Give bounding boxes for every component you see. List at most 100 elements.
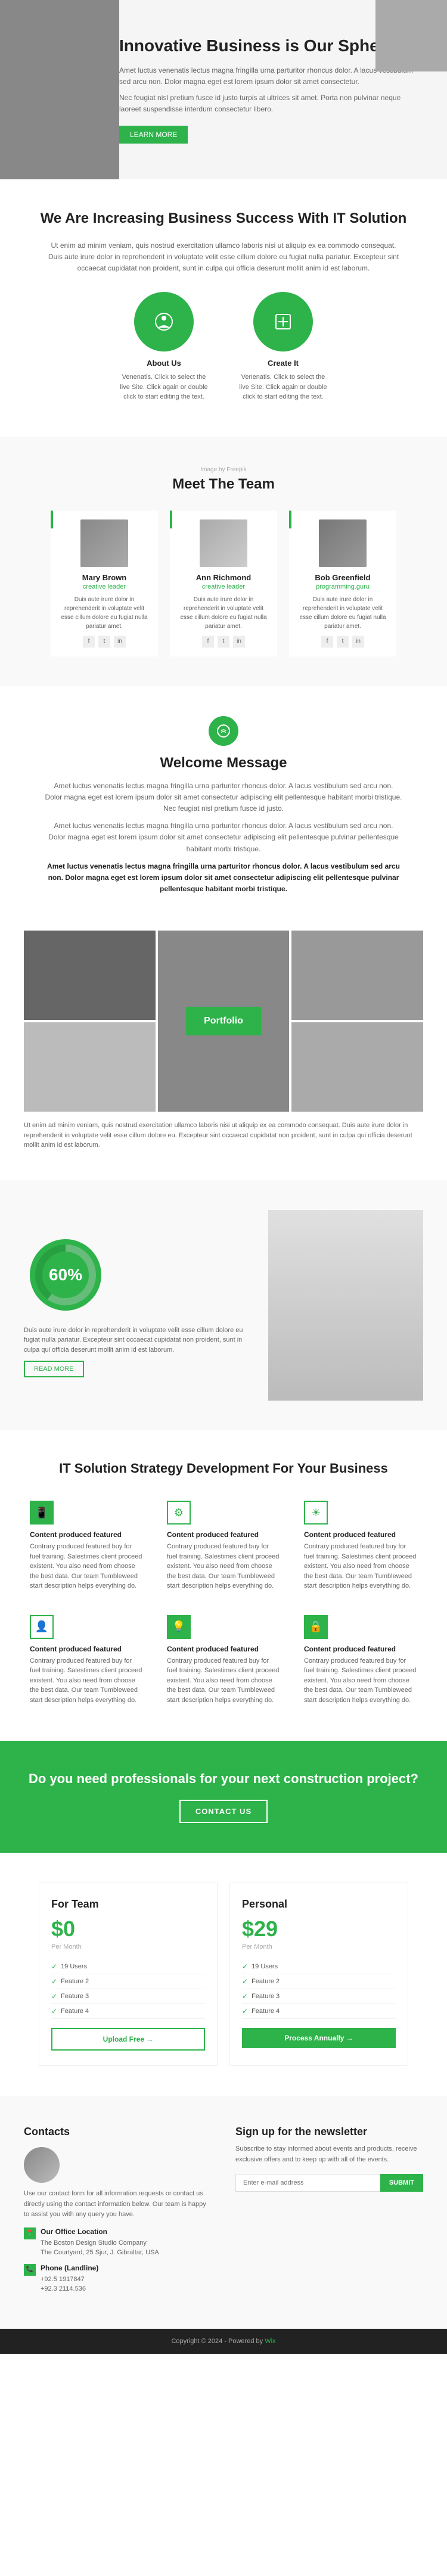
social-facebook-0[interactable]: f [83, 636, 95, 648]
team-cards: Mary Brown creative leader Duis aute iru… [24, 511, 423, 657]
contact-location-label: Our Office Location [41, 2226, 159, 2237]
strategy-title: IT Solution Strategy Development For You… [24, 1460, 423, 1477]
contact-phone-row: 📞 Phone (Landline) +92.5 1917847 +92.3 2… [24, 2263, 212, 2294]
pricing-btn-1[interactable]: Process Annually → [242, 2028, 396, 2048]
team-section: Image by Freepik Meet The Team Mary Brow… [0, 437, 447, 686]
pricing-feature-0-1: ✓ Feature 2 [51, 1974, 205, 1989]
footer-link[interactable]: Wix [265, 2338, 275, 2345]
strategy-item-0: 📱 Content produced featured Contrary pro… [24, 1495, 149, 1597]
newsletter-submit-button[interactable]: SUBMIT [380, 2174, 423, 2192]
team-photo-2 [319, 519, 367, 567]
welcome-bold: Amet luctus venenatis lectus magna fring… [45, 861, 402, 895]
hero-bg-image-right [375, 0, 447, 71]
cta-section: Do you need professionals for your next … [0, 1741, 447, 1853]
strategy-item-title-3: Content produced featured [30, 1645, 143, 1653]
pricing-title-1: Personal [242, 1898, 396, 1911]
portfolio-img-1[interactable] [24, 931, 156, 1020]
stats-left: 60% Duis aute irure dolor in reprehender… [24, 1233, 250, 1378]
it-cards: About Us Venenatis. Click to select the … [24, 292, 423, 407]
pricing-price-1: $29 [242, 1917, 396, 1942]
team-role-2: programming.guru [298, 583, 387, 590]
portfolio-img-5[interactable] [291, 1022, 423, 1112]
contact-location-text: Our Office Location The Boston Design St… [41, 2226, 159, 2258]
social-linkedin-0[interactable]: in [114, 636, 126, 648]
team-card-0: Mary Brown creative leader Duis aute iru… [51, 511, 158, 657]
pricing-section: For Team $0 Per Month ✓ 19 Users ✓ Featu… [0, 1853, 447, 2096]
it-card-about[interactable]: About Us Venenatis. Click to select the … [116, 292, 212, 407]
it-card-create[interactable]: Create It Venenatis. Click to select the… [235, 292, 331, 407]
contacts-left: Contacts Use our contact form for all in… [24, 2126, 212, 2299]
pricing-feature-0-2: ✓ Feature 3 [51, 1989, 205, 2004]
social-twitter-0[interactable]: t [98, 636, 110, 648]
contact-avatar [24, 2147, 60, 2183]
team-desc-2: Duis aute irure dolor in reprehenderit i… [298, 595, 387, 631]
check-icon-1-2: ✓ [242, 1992, 248, 2001]
team-title: Meet The Team [24, 476, 423, 493]
strategy-icon-0: 📱 [30, 1501, 54, 1525]
contact-phone-text: Phone (Landline) +92.5 1917847 +92.3 211… [41, 2263, 98, 2294]
portfolio-overlay: Portfolio [186, 1007, 261, 1035]
team-photo-1 [200, 519, 247, 567]
footer-text: Copyright © 2024 - Powered by Wix [24, 2338, 423, 2345]
check-icon-1-1: ✓ [242, 1977, 248, 1986]
stats-donut: 60% [24, 1233, 107, 1317]
newsletter-right: Sign up for the newsletter Subscribe to … [235, 2126, 423, 2299]
portfolio-grid: Portfolio [24, 931, 423, 1112]
pricing-feature-0-3: ✓ Feature 4 [51, 2004, 205, 2019]
strategy-grid: 📱 Content produced featured Contrary pro… [24, 1495, 423, 1711]
social-twitter-1[interactable]: t [218, 636, 229, 648]
it-title: We Are Increasing Business Success With … [24, 209, 423, 228]
portfolio-img-3[interactable] [291, 931, 423, 1020]
social-twitter-2[interactable]: t [337, 636, 349, 648]
hero-bg-image-left [0, 0, 119, 179]
read-more-button[interactable]: READ MORE [24, 1361, 84, 1377]
newsletter-desc: Subscribe to stay informed about events … [235, 2144, 423, 2165]
check-icon-0-1: ✓ [51, 1977, 57, 1986]
welcome-icon [209, 716, 238, 746]
pricing-title-0: For Team [51, 1898, 205, 1911]
strategy-item-desc-0: Contrary produced featured buy for fuel … [30, 1542, 143, 1591]
contact-location-line1: The Boston Design Studio Company [41, 2239, 147, 2247]
contacts-title: Contacts [24, 2126, 212, 2138]
contact-phone-number1: +92.5 1917847 [41, 2276, 85, 2283]
social-facebook-2[interactable]: f [321, 636, 333, 648]
social-linkedin-1[interactable]: in [233, 636, 245, 648]
image-credit: Image by Freepik [24, 466, 423, 473]
create-icon-circle [253, 292, 313, 351]
welcome-section: Welcome Message Amet luctus venenatis le… [0, 686, 447, 931]
welcome-para1: Amet luctus venenatis lectus magna fring… [45, 780, 402, 815]
check-icon-1-3: ✓ [242, 2007, 248, 2015]
strategy-item-5: 🔒 Content produced featured Contrary pro… [298, 1609, 423, 1712]
social-linkedin-2[interactable]: in [352, 636, 364, 648]
strategy-item-title-0: Content produced featured [30, 1530, 143, 1539]
strategy-item-desc-4: Contrary produced featured buy for fuel … [167, 1656, 280, 1706]
pricing-feature-1-1: ✓ Feature 2 [242, 1974, 396, 1989]
pricing-btn-0[interactable]: Upload Free → [51, 2028, 205, 2051]
team-card-1: Ann Richmond creative leader Duis aute i… [170, 511, 277, 657]
hero-cta-button[interactable]: LEARN MORE [119, 126, 188, 144]
newsletter-input[interactable] [235, 2174, 380, 2192]
team-socials-0: f t in [60, 636, 149, 648]
stats-percent: 60% [49, 1265, 82, 1284]
contacts-section: Contacts Use our contact form for all in… [0, 2096, 447, 2329]
pricing-period-1: Per Month [242, 1943, 396, 1950]
team-photo-inner-0 [80, 519, 128, 567]
about-icon-circle [134, 292, 194, 351]
hero-section: Innovative Business is Our Sphere Amet l… [0, 0, 447, 179]
strategy-item-desc-1: Contrary produced featured buy for fuel … [167, 1542, 280, 1591]
check-icon-0-2: ✓ [51, 1992, 57, 2001]
check-icon-0-3: ✓ [51, 2007, 57, 2015]
cta-button[interactable]: CONTACT US [179, 1800, 268, 1823]
team-photo-inner-2 [319, 519, 367, 567]
contacts-desc: Use our contact form for all information… [24, 2189, 212, 2220]
strategy-item-4: 💡 Content produced featured Contrary pro… [161, 1609, 286, 1712]
stats-section: 60% Duis aute irure dolor in reprehender… [0, 1180, 447, 1430]
portfolio-img-4[interactable] [24, 1022, 156, 1112]
newsletter-form: SUBMIT [235, 2174, 423, 2192]
hero-para2: Nec feugiat nisl pretium fusce id justo … [119, 92, 423, 115]
team-desc-0: Duis aute irure dolor in reprehenderit i… [60, 595, 149, 631]
strategy-icon-2: ☀ [304, 1501, 328, 1525]
team-socials-1: f t in [179, 636, 268, 648]
social-facebook-1[interactable]: f [202, 636, 214, 648]
pricing-feature-1-3: ✓ Feature 4 [242, 2004, 396, 2019]
